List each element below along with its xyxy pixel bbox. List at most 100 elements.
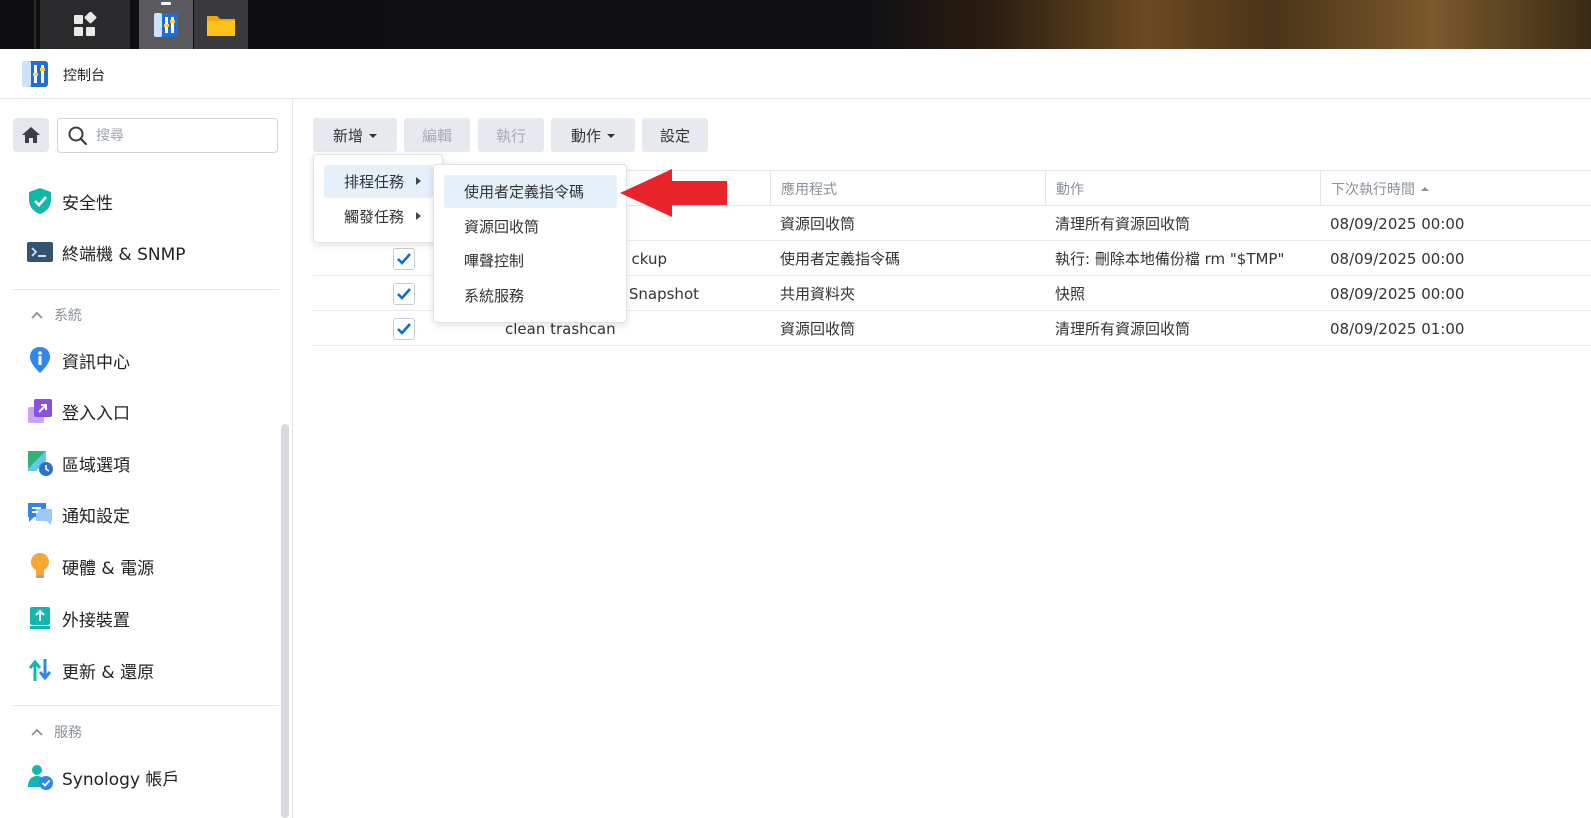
window-title: 控制台: [63, 68, 105, 84]
sidebar-item-label: 安全性: [62, 193, 113, 214]
menu-item-beep-control[interactable]: 嗶聲控制: [444, 244, 617, 277]
taskbar-file-station[interactable]: [194, 0, 248, 49]
shield-icon: [24, 187, 56, 215]
sidebar-item-label: 終端機 & SNMP: [62, 244, 186, 265]
task-action: 清理所有資源回收筒: [1055, 320, 1191, 338]
edit-button-label: 編輯: [421, 126, 452, 145]
caret-down-icon: [369, 134, 377, 138]
taskbar-divider: [34, 0, 36, 49]
task-app: 資源回收筒: [780, 215, 856, 233]
menu-item-user-defined-script[interactable]: 使用者定義指令碼: [444, 175, 617, 208]
folder-icon: [207, 15, 235, 36]
sidebar-divider: [13, 705, 279, 706]
action-button[interactable]: 動作: [551, 118, 635, 152]
caret-right-icon: [416, 177, 421, 185]
column-header-action[interactable]: 動作: [1045, 171, 1320, 206]
sidebar-item-notification[interactable]: 通知設定: [24, 497, 279, 531]
task-app: 資源回收筒: [780, 320, 856, 338]
checkmark-icon: [397, 323, 411, 335]
external-device-icon: [24, 604, 56, 632]
menu-item-scheduled-task[interactable]: 排程任務: [324, 165, 433, 198]
create-button[interactable]: 新增: [313, 118, 397, 152]
column-header-next-run[interactable]: 下次執行時間: [1320, 171, 1591, 206]
active-indicator: [161, 2, 171, 5]
task-next-run: 08/09/2025 01:00: [1330, 319, 1465, 338]
edit-button[interactable]: 編輯: [404, 118, 470, 152]
task-next-run: 08/09/2025 00:00: [1330, 249, 1465, 268]
sidebar-section-system[interactable]: 系統: [30, 305, 82, 325]
control-panel-icon: [22, 61, 48, 87]
menu-item-service[interactable]: 系統服務: [444, 279, 617, 312]
sidebar-item-login-portal[interactable]: 登入入口: [24, 394, 279, 428]
sidebar-scrollbar[interactable]: [281, 424, 289, 818]
sidebar-item-hardware-power[interactable]: 硬體 & 電源: [24, 549, 279, 583]
sidebar-item-regional-options[interactable]: 區域選項: [24, 446, 279, 480]
control-panel-icon: [154, 12, 178, 37]
task-next-run: 08/09/2025 00:00: [1330, 214, 1465, 233]
sidebar-item-synology-account[interactable]: Synology 帳戶: [24, 760, 279, 794]
sidebar-item-terminal[interactable]: 終端機 & SNMP: [24, 235, 279, 269]
notification-icon: [24, 500, 56, 528]
sidebar-item-security[interactable]: 安全性: [24, 184, 279, 218]
window-titlebar: 控制台: [0, 49, 1591, 99]
sidebar-item-label: 硬體 & 電源: [62, 558, 155, 579]
task-action: 執行: 刪除本地備份檔 rm "$TMP": [1055, 250, 1285, 268]
info-icon: [24, 346, 56, 374]
sidebar-item-label: 外接裝置: [62, 610, 130, 631]
task-action: 清理所有資源回收筒: [1055, 215, 1191, 233]
run-button[interactable]: 執行: [478, 118, 544, 152]
column-header-app[interactable]: 應用程式: [770, 171, 1045, 206]
task-app: 共用資料夾: [780, 285, 856, 303]
sidebar-item-label: 登入入口: [62, 403, 130, 424]
checkmark-icon: [397, 288, 411, 300]
home-button[interactable]: [13, 118, 49, 152]
scheduled-task-submenu: 使用者定義指令碼 資源回收筒 嗶聲控制 系統服務: [433, 164, 627, 323]
update-restore-icon: [24, 656, 56, 684]
grid-icon: [74, 11, 97, 36]
caret-right-icon: [416, 212, 421, 220]
task-app: 使用者定義指令碼: [780, 250, 901, 268]
settings-button-label: 設定: [659, 126, 690, 145]
desktop: 控制台 安全性: [0, 0, 1591, 818]
synology-account-icon: [24, 763, 56, 791]
terminal-icon: [24, 238, 56, 266]
sort-ascending-icon: [1421, 186, 1429, 191]
taskbar: [0, 0, 1591, 49]
create-button-label: 新增: [332, 126, 363, 145]
sidebar-item-info-center[interactable]: 資訊中心: [24, 343, 279, 377]
taskbar-control-panel[interactable]: [139, 0, 193, 49]
sidebar-item-label: 更新 & 還原: [62, 662, 155, 683]
home-icon: [22, 127, 40, 143]
enabled-checkbox[interactable]: [393, 248, 415, 270]
create-menu: 排程任務 觸發任務: [313, 154, 443, 243]
search-input[interactable]: [96, 126, 266, 146]
login-portal-icon: [24, 397, 56, 425]
chevron-up-icon: [31, 311, 43, 319]
sidebar: 安全性 終端機 & SNMP 系統: [0, 99, 293, 818]
regional-options-icon: [24, 449, 56, 477]
task-next-run: 08/09/2025 00:00: [1330, 284, 1465, 303]
chevron-up-icon: [31, 728, 43, 736]
sidebar-item-label: 通知設定: [62, 506, 130, 527]
sidebar-item-update-restore[interactable]: 更新 & 還原: [24, 653, 279, 687]
sidebar-divider: [13, 289, 279, 290]
settings-button[interactable]: 設定: [642, 118, 708, 152]
checkmark-icon: [397, 253, 411, 265]
menu-item-recycle-bin[interactable]: 資源回收筒: [444, 210, 617, 243]
task-action: 快照: [1055, 285, 1086, 303]
enabled-checkbox[interactable]: [393, 318, 415, 340]
enabled-checkbox[interactable]: [393, 283, 415, 305]
search-box[interactable]: [57, 118, 278, 153]
bulb-icon: [24, 552, 56, 580]
run-button-label: 執行: [495, 126, 526, 145]
menu-item-triggered-task[interactable]: 觸發任務: [324, 200, 433, 233]
sidebar-item-label: 資訊中心: [62, 352, 130, 373]
sidebar-item-external-devices[interactable]: 外接裝置: [24, 601, 279, 635]
main-menu-button[interactable]: [40, 0, 130, 49]
sidebar-section-services[interactable]: 服務: [30, 722, 82, 742]
caret-down-icon: [607, 134, 615, 138]
sidebar-section-label: 服務: [54, 725, 82, 741]
action-button-label: 動作: [570, 126, 601, 145]
annotation-arrow-icon: [620, 169, 727, 217]
sidebar-section-label: 系統: [54, 308, 82, 324]
